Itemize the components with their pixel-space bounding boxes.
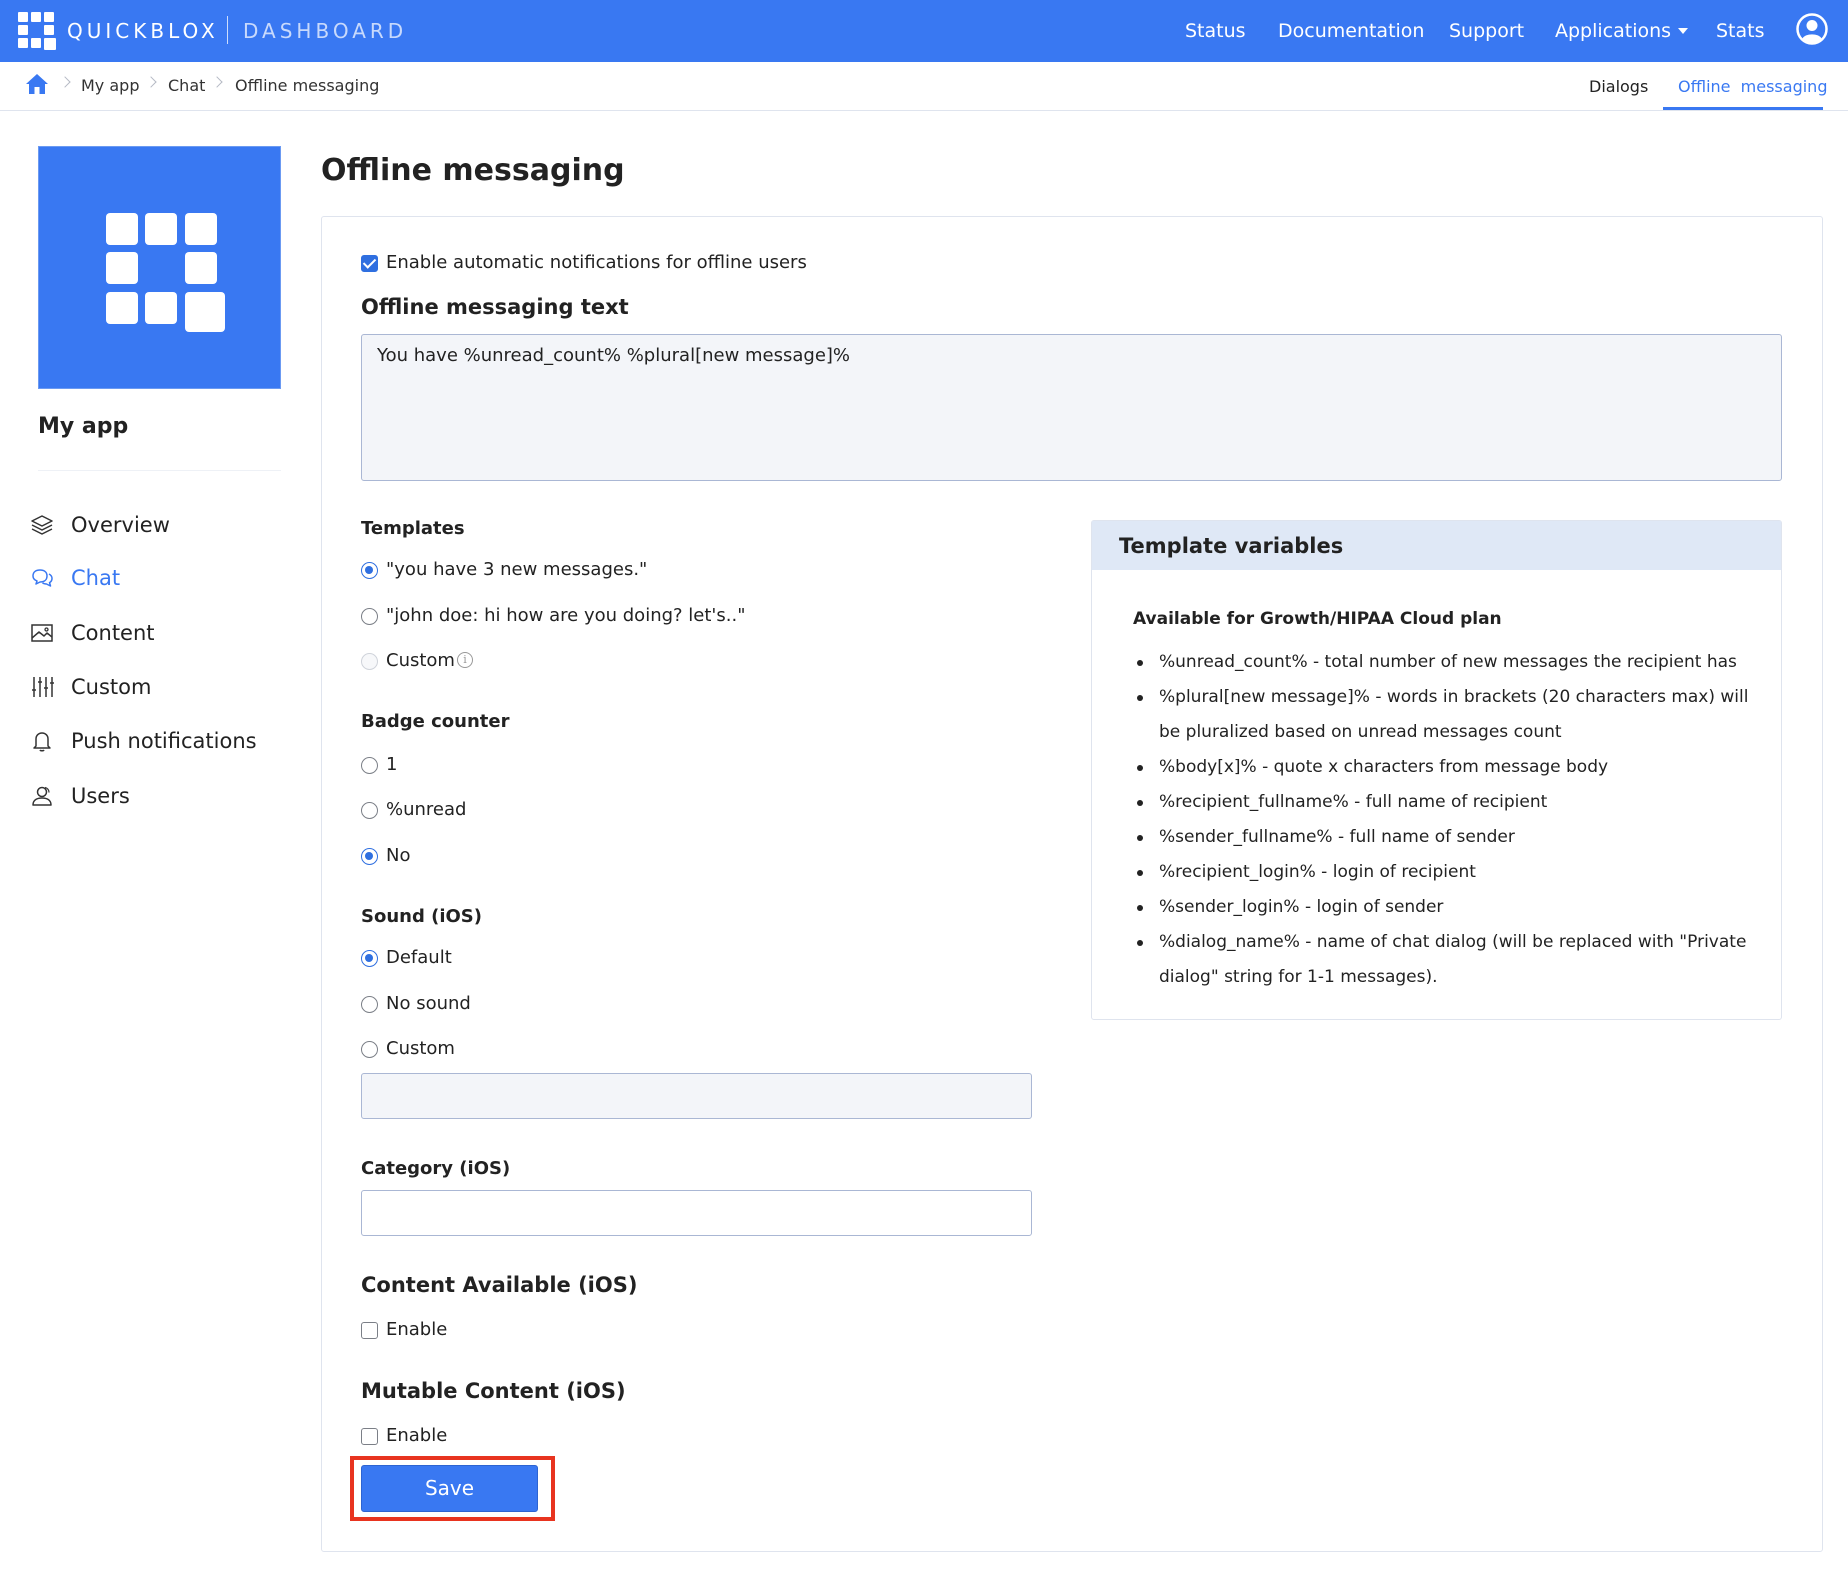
category-label: Category (iOS): [361, 1158, 511, 1179]
nav-documentation[interactable]: Documentation: [1278, 20, 1424, 42]
quickblox-logo-icon[interactable]: [18, 12, 56, 52]
sound-radio-default[interactable]: [361, 950, 378, 967]
template-variables-list: %unread_count% - total number of new mes…: [1133, 645, 1758, 995]
nav-applications-label: Applications: [1555, 20, 1672, 42]
template-option-label: "john doe: hi how are you doing? let's..…: [386, 605, 746, 626]
custom-sound-input[interactable]: [361, 1073, 1032, 1119]
users-icon: [32, 786, 52, 806]
sound-option-label: Default: [386, 947, 452, 968]
template-variables-panel: Template variables Available for Growth/…: [1091, 520, 1782, 1020]
list-item: %dialog_name% - name of chat dialog (wil…: [1133, 925, 1758, 995]
nav-stats[interactable]: Stats: [1716, 20, 1765, 42]
image-icon: [31, 624, 53, 642]
sidebar-divider: [38, 470, 281, 471]
template-option-label: Custom: [386, 650, 455, 671]
template-variables-header: Template variables: [1092, 521, 1781, 570]
mutable-content-checkbox[interactable]: [361, 1428, 378, 1445]
sidebar-item-chat[interactable]: Chat: [28, 561, 288, 595]
sidebar-item-label: Content: [71, 621, 155, 645]
active-tab-indicator: [1663, 107, 1823, 110]
sidebar-item-push-notifications[interactable]: Push notifications: [28, 724, 288, 758]
breadcrumb-offline-messaging: Offline messaging: [235, 76, 380, 95]
content-available-checkbox[interactable]: [361, 1322, 378, 1339]
info-icon[interactable]: i: [457, 652, 473, 668]
badge-radio-no[interactable]: [361, 848, 378, 865]
badge-counter-label: Badge counter: [361, 711, 510, 732]
brand-name[interactable]: QUICKBLOX: [67, 19, 219, 43]
bell-icon: [33, 732, 51, 752]
breadcrumb-my-app[interactable]: My app: [81, 76, 139, 95]
template-radio-2[interactable]: [361, 608, 378, 625]
badge-option-label: 1: [386, 754, 398, 775]
badge-option-label: No: [386, 845, 411, 866]
list-item: %recipient_login% - login of recipient: [1133, 855, 1758, 890]
badge-radio-1[interactable]: [361, 757, 378, 774]
sound-radio-no-sound[interactable]: [361, 996, 378, 1013]
chat-icon: [32, 569, 53, 587]
sidebar-item-label: Users: [71, 784, 130, 808]
chevron-right-icon: [145, 76, 157, 88]
content-available-label: Content Available (iOS): [361, 1273, 638, 1297]
list-item: %plural[new message]% - words in bracket…: [1133, 680, 1758, 750]
sidebar-item-label: Chat: [71, 566, 121, 590]
brand-suffix[interactable]: DASHBOARD: [243, 19, 407, 43]
nav-support[interactable]: Support: [1449, 20, 1524, 42]
save-button[interactable]: Save: [361, 1465, 538, 1512]
badge-radio-unread[interactable]: [361, 802, 378, 819]
mutable-content-label: Mutable Content (iOS): [361, 1379, 626, 1403]
chevron-right-icon: [211, 76, 223, 88]
layers-icon: [31, 515, 53, 535]
app-name: My app: [38, 414, 129, 439]
list-item: %body[x]% - quote x characters from mess…: [1133, 750, 1758, 785]
enable-auto-notifications-label: Enable automatic notifications for offli…: [386, 252, 807, 273]
mutable-content-option: Enable: [386, 1425, 448, 1446]
sound-label: Sound (iOS): [361, 906, 482, 927]
user-account-icon[interactable]: [1796, 13, 1828, 45]
sidebar-item-label: Push notifications: [71, 729, 257, 753]
template-option-label: "you have 3 new messages.": [386, 559, 648, 580]
templates-label: Templates: [361, 518, 465, 539]
caret-down-icon: [1678, 28, 1689, 34]
brand-divider: [227, 16, 228, 44]
list-item: %sender_fullname% - full name of sender: [1133, 820, 1758, 855]
offline-text-area[interactable]: You have %unread_count% %plural[new mess…: [361, 334, 1782, 481]
nav-applications[interactable]: Applications: [1555, 20, 1689, 42]
sidebar-item-label: Overview: [71, 513, 170, 537]
breadcrumb-bar: My app Chat Offline messaging Dialogs Of…: [0, 62, 1848, 111]
page-title: Offline messaging: [321, 153, 625, 188]
sliders-icon: [32, 677, 54, 697]
sidebar-item-custom[interactable]: Custom: [28, 670, 288, 704]
list-item: %sender_login% - login of sender: [1133, 890, 1758, 925]
offline-text-label: Offline messaging text: [361, 295, 629, 319]
sound-radio-custom[interactable]: [361, 1041, 378, 1058]
sidebar-item-users[interactable]: Users: [28, 779, 288, 813]
list-item: %unread_count% - total number of new mes…: [1133, 645, 1758, 680]
list-item: %recipient_fullname% - full name of reci…: [1133, 785, 1758, 820]
enable-auto-notifications-checkbox[interactable]: [361, 255, 378, 272]
home-icon[interactable]: [25, 73, 49, 95]
sidebar-item-overview[interactable]: Overview: [28, 508, 288, 542]
nav-status[interactable]: Status: [1185, 20, 1246, 42]
tab-offline-messaging[interactable]: Offline messaging: [1678, 77, 1827, 96]
badge-option-label: %unread: [386, 799, 467, 820]
breadcrumb-chat[interactable]: Chat: [168, 76, 205, 95]
sidebar-item-label: Custom: [71, 675, 152, 699]
tab-dialogs[interactable]: Dialogs: [1589, 77, 1648, 96]
top-navbar: QUICKBLOX DASHBOARD Status Documentation…: [0, 0, 1848, 62]
template-variables-title: Template variables: [1119, 534, 1344, 558]
sound-option-label: No sound: [386, 993, 471, 1014]
category-input[interactable]: [361, 1190, 1032, 1236]
template-radio-1[interactable]: [361, 562, 378, 579]
app-logo-tile: [38, 146, 281, 389]
chevron-right-icon: [59, 76, 71, 88]
content-available-option: Enable: [386, 1319, 448, 1340]
template-radio-custom[interactable]: [361, 653, 378, 670]
sidebar-item-content[interactable]: Content: [28, 616, 288, 650]
sound-option-label: Custom: [386, 1038, 455, 1059]
template-variables-subtitle: Available for Growth/HIPAA Cloud plan: [1133, 609, 1502, 629]
